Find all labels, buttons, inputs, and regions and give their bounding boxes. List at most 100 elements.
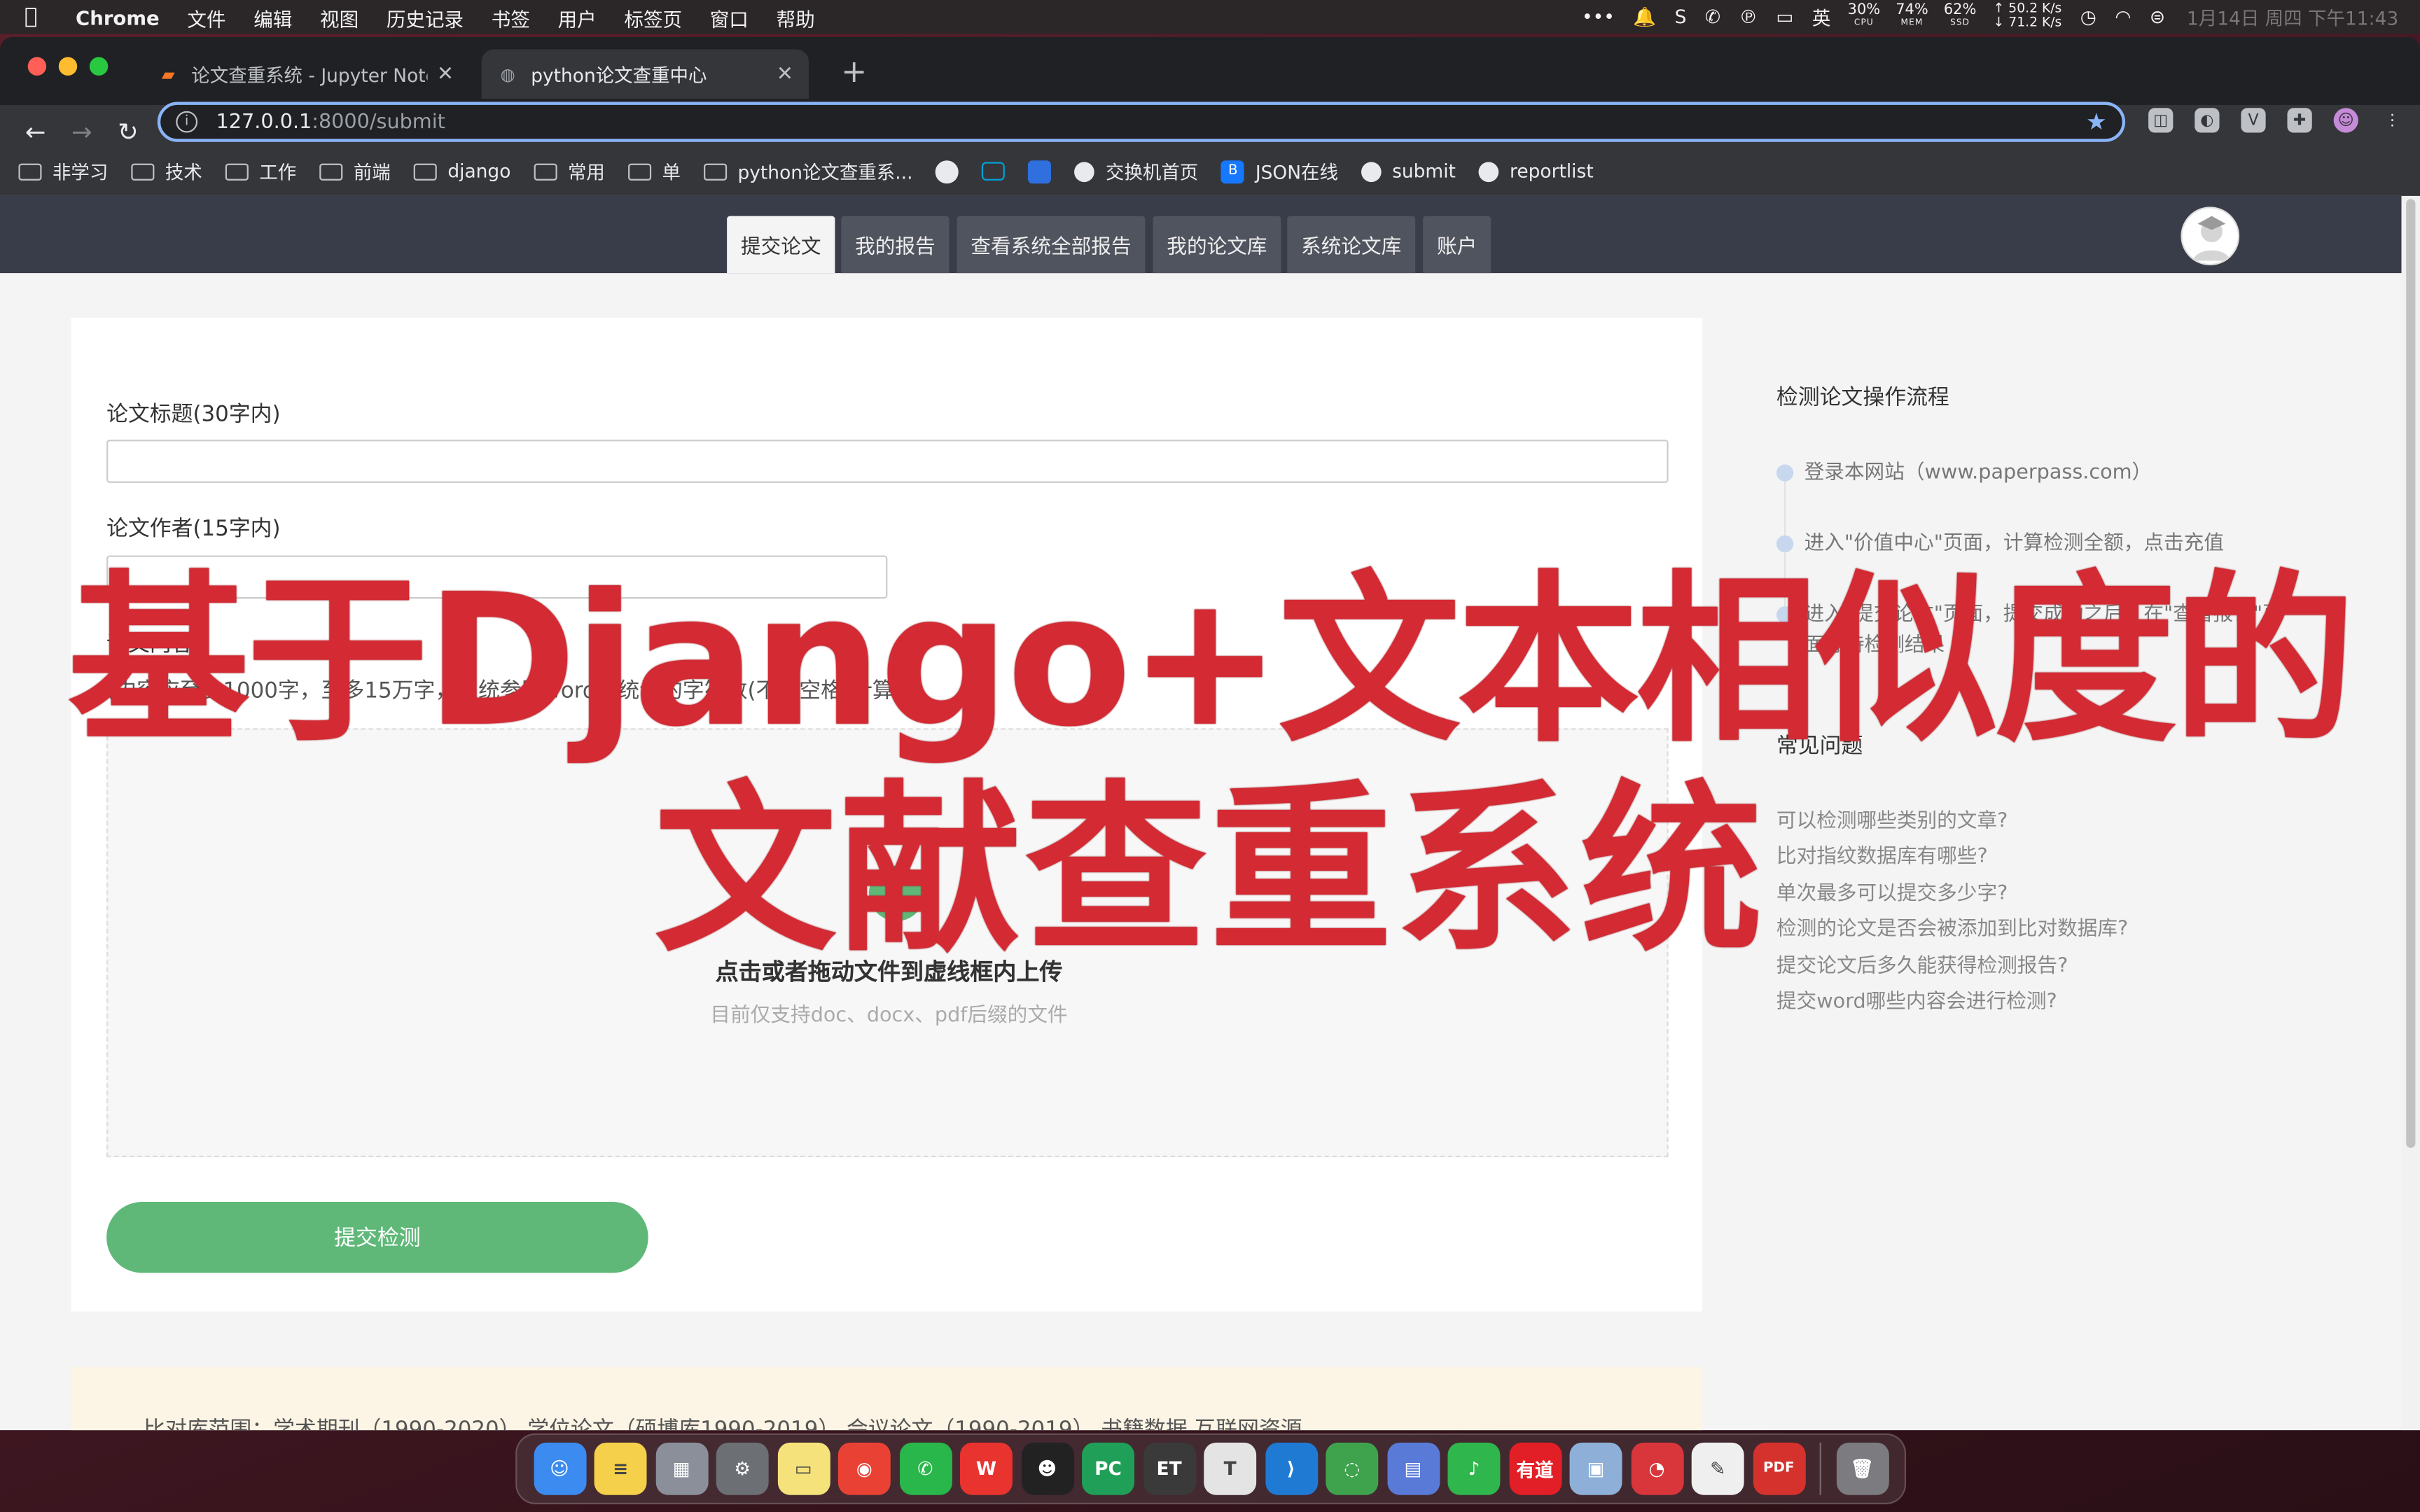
dock-typora-icon[interactable]: ET [1143, 1442, 1196, 1495]
reload-icon[interactable]: ↻ [105, 116, 151, 146]
profile-avatar[interactable]: ☺ [2333, 108, 2358, 133]
faq-link[interactable]: 提交论文后多久能获得检测报告? [1776, 948, 2286, 985]
vue-devtools-icon[interactable]: V [2241, 108, 2266, 133]
menu-app-name[interactable]: Chrome [62, 6, 173, 29]
site-info-icon[interactable]: i [176, 111, 198, 133]
dock-chrome-icon[interactable]: ◉ [837, 1442, 891, 1495]
dock-textedit-icon[interactable]: ✎ [1691, 1442, 1744, 1495]
battery-icon[interactable]: ▭ [1767, 6, 1802, 28]
url-text[interactable]: 127.0.0.1:8000/submit [216, 111, 2086, 134]
close-tab-icon[interactable]: ✕ [777, 62, 793, 85]
author-input[interactable] [106, 555, 888, 599]
tab-paper-check[interactable]: ◍ python论文查重中心 ✕ [481, 49, 809, 99]
apple-icon[interactable]:  [0, 5, 62, 29]
dock-system-preferences-icon[interactable]: ⚙ [716, 1442, 769, 1495]
new-tab-button[interactable]: + [841, 52, 867, 90]
faq-link[interactable]: 比对指纹数据库有哪些? [1776, 840, 2286, 876]
close-window-icon[interactable] [27, 57, 47, 76]
bookmark-item[interactable] [982, 162, 1006, 181]
nav-tab-my-reports[interactable]: 我的报告 [841, 216, 950, 274]
submit-check-button[interactable]: 提交检测 [106, 1201, 648, 1273]
dock-anaconda-icon[interactable]: ◌ [1326, 1442, 1379, 1495]
bookmark-item[interactable]: B JSON在线 [1221, 158, 1338, 184]
dock-pdf-icon[interactable]: PDF [1752, 1442, 1805, 1495]
bookmark-item[interactable] [936, 160, 959, 183]
bookmark-item[interactable]: 前端 [319, 158, 391, 184]
dock-youdao-icon[interactable]: 有道 [1508, 1442, 1562, 1495]
bookmark-item[interactable]: python论文查重系... [704, 158, 912, 184]
back-icon[interactable]: ← [13, 116, 59, 146]
bookmark-item[interactable]: 常用 [534, 158, 605, 184]
bookmark-item[interactable]: submit [1361, 160, 1456, 182]
menu-file[interactable]: 文件 [174, 2, 240, 31]
wechat-tray-icon[interactable]: ✆ [1696, 6, 1730, 28]
input-method[interactable]: 英 [1803, 4, 1840, 30]
dock-preview-icon[interactable]: ▣ [1569, 1442, 1622, 1495]
bookmark-item[interactable]: 非学习 [18, 158, 108, 184]
tab-jupyter[interactable]: ▰ 论文查重系统 - Jupyter Notebook ✕ [142, 50, 469, 99]
notification-icon[interactable]: 🔔 [1624, 6, 1665, 28]
nav-tab-system-library[interactable]: 系统论文库 [1287, 216, 1416, 274]
menu-help[interactable]: 帮助 [763, 2, 829, 31]
address-bar[interactable]: i 127.0.0.1:8000/submit ★ [157, 102, 2126, 142]
file-upload-dropzone[interactable]: 点击或者拖动文件到虚线框内上传 目前仅支持doc、docx、pdf后缀的文件 [106, 728, 1669, 1158]
bookmark-item[interactable] [1028, 160, 1052, 183]
dock-notes-icon[interactable]: ≡ [594, 1442, 647, 1495]
dock-vscode-icon[interactable]: ⟩ [1265, 1442, 1318, 1495]
faq-title: 常见问题 [1776, 734, 1863, 760]
chrome-menu-icon[interactable]: ⋮ [2380, 108, 2405, 132]
nav-tab-all-reports[interactable]: 查看系统全部报告 [957, 216, 1146, 274]
minimize-window-icon[interactable] [58, 57, 78, 76]
faq-link[interactable]: 检测的论文是否会被添加到比对数据库? [1776, 912, 2286, 948]
forward-icon[interactable]: → [59, 116, 105, 146]
time-machine-icon[interactable]: ◷ [2071, 6, 2106, 28]
bookmark-item[interactable]: reportlist [1478, 160, 1594, 182]
wifi-icon[interactable]: ◠ [2106, 6, 2141, 28]
faq-link[interactable]: 可以检测哪些类别的文章? [1776, 804, 2286, 840]
menu-window[interactable]: 窗口 [696, 2, 763, 31]
dock-netease-icon[interactable]: ◔ [1630, 1442, 1683, 1495]
control-center-icon[interactable]: ⊜ [2141, 6, 2175, 28]
sogou-icon[interactable]: S [1665, 6, 1695, 28]
dock-archive-icon[interactable]: ▤ [1386, 1442, 1440, 1495]
bookmark-item[interactable]: 工作 [225, 158, 296, 184]
bookmark-item[interactable]: 交换机首页 [1074, 158, 1198, 184]
reader-extension-icon[interactable]: ◫ [2148, 108, 2174, 133]
nav-tab-account[interactable]: 账户 [1423, 216, 1491, 274]
dock-stickies-icon[interactable]: ▭ [777, 1442, 830, 1495]
menu-bookmarks[interactable]: 书签 [478, 2, 544, 31]
title-input[interactable] [106, 440, 1669, 483]
menu-view[interactable]: 视图 [306, 2, 373, 31]
zoom-window-icon[interactable] [89, 57, 109, 76]
bookmark-item[interactable]: django [413, 160, 510, 182]
dock-launchpad-icon[interactable]: ▦ [655, 1442, 708, 1495]
dock-wps-icon[interactable]: W [959, 1442, 1013, 1495]
bookmark-item[interactable]: 技术 [131, 158, 202, 184]
extensions-puzzle-icon[interactable]: ✚ [2287, 108, 2312, 133]
dock-text-editor-icon[interactable]: T [1204, 1442, 1257, 1495]
more-icon[interactable]: ••• [1573, 6, 1624, 28]
dock-music-icon[interactable]: ♪ [1447, 1442, 1501, 1495]
nav-tab-submit[interactable]: 提交论文 [727, 216, 835, 274]
menubar-clock[interactable]: 1月14日 周四 下午11:43 [2174, 4, 2420, 30]
nav-tab-my-library[interactable]: 我的论文库 [1153, 216, 1281, 274]
dock-pycharm-icon[interactable]: PC [1082, 1442, 1135, 1495]
menu-tab[interactable]: 标签页 [611, 2, 696, 31]
dock-wechat-icon[interactable]: ✆ [898, 1442, 952, 1495]
menu-profiles[interactable]: 用户 [544, 2, 611, 31]
bookmark-star-icon[interactable]: ★ [2086, 108, 2107, 136]
faq-link[interactable]: 单次最多可以提交多少字? [1776, 876, 2286, 913]
menu-edit[interactable]: 编辑 [239, 2, 306, 31]
dock-finder-icon[interactable]: ☺ [533, 1442, 586, 1495]
page-scrollbar[interactable] [2401, 195, 2420, 1431]
dock-trash-icon[interactable]: 🗑 [1835, 1442, 1889, 1495]
faq-link[interactable]: 提交word哪些内容会进行检测? [1776, 984, 2286, 1021]
close-tab-icon[interactable]: ✕ [437, 62, 454, 85]
scrollbar-thumb[interactable] [2406, 199, 2416, 1148]
circle-extension-icon[interactable]: ◐ [2195, 108, 2220, 133]
dock-qq-icon[interactable]: ☻ [1021, 1442, 1073, 1495]
menu-history[interactable]: 历史记录 [373, 2, 478, 31]
user-avatar[interactable] [2181, 206, 2240, 266]
paw-icon[interactable]: ℗ [1730, 6, 1767, 28]
bookmark-item[interactable]: 单 [627, 158, 681, 184]
